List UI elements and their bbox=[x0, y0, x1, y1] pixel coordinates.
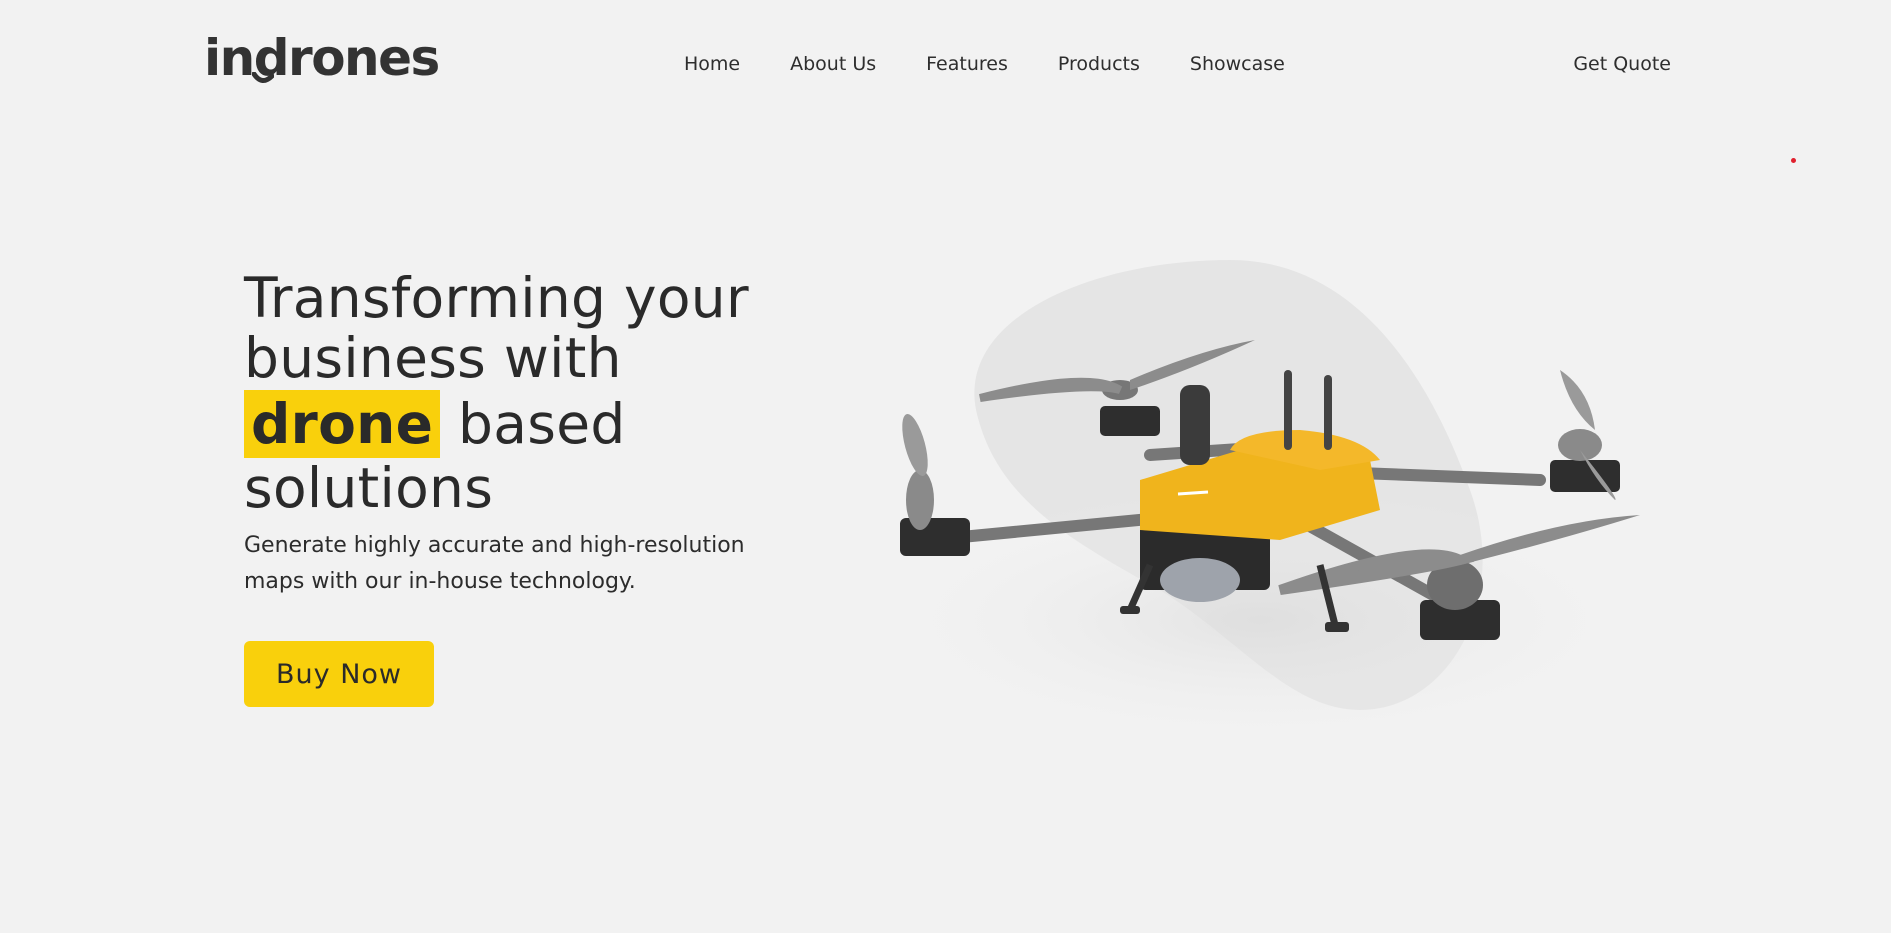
headline-line-1: Transforming your bbox=[244, 266, 749, 330]
hero-subtext: Generate highly accurate and high-resolu… bbox=[244, 533, 745, 594]
hero-headline: Transforming your business with drone ba… bbox=[244, 268, 844, 518]
get-quote-link[interactable]: Get Quote bbox=[1573, 52, 1671, 76]
logo-hook-icon bbox=[251, 72, 274, 83]
nav-home[interactable]: Home bbox=[684, 52, 740, 76]
headline-line-4: solutions bbox=[244, 456, 494, 520]
main-nav: Home About Us Features Products Showcase bbox=[684, 52, 1335, 76]
nav-showcase[interactable]: Showcase bbox=[1190, 52, 1285, 76]
nav-features[interactable]: Features bbox=[926, 52, 1008, 76]
logo[interactable]: ind rones bbox=[204, 29, 440, 87]
motor-front-left bbox=[900, 413, 970, 556]
drone-illustration bbox=[860, 260, 1660, 750]
headline-highlight: drone bbox=[244, 390, 441, 458]
headline-line-2: business with bbox=[244, 326, 622, 390]
nav-about-us[interactable]: About Us bbox=[790, 52, 876, 76]
logo-text-prefix: in bbox=[204, 29, 255, 87]
nav-products[interactable]: Products bbox=[1058, 52, 1140, 76]
buy-now-button[interactable]: Buy Now bbox=[244, 641, 434, 707]
headline-line-3-rest: based bbox=[440, 392, 626, 456]
logo-hook-letter: d bbox=[251, 29, 290, 87]
logo-text-suffix: rones bbox=[288, 29, 440, 87]
red-dot bbox=[1791, 158, 1796, 163]
motor-back-right bbox=[1550, 370, 1620, 500]
landing-page: ind rones Home About Us Features Products… bbox=[0, 0, 1891, 933]
headline-line-3: drone based bbox=[244, 388, 844, 458]
